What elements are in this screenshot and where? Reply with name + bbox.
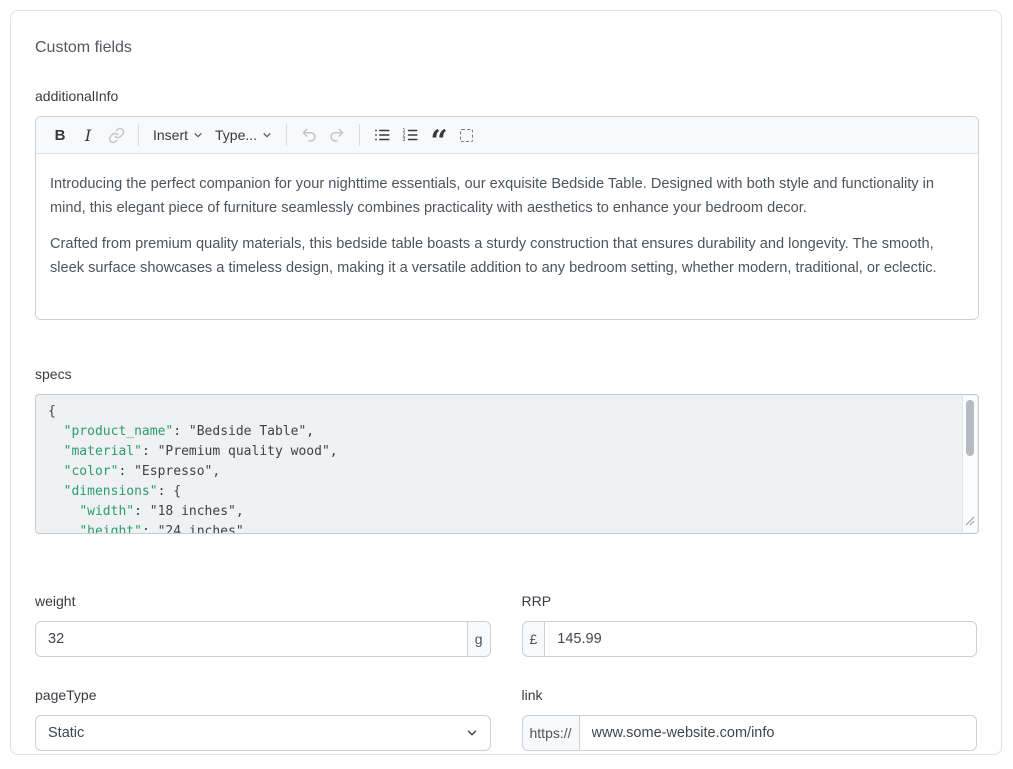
- pagetype-label: pageType: [35, 686, 491, 704]
- rte-content-area[interactable]: Introducing the perfect companion for yo…: [36, 154, 978, 319]
- specs-scrollbar-thumb[interactable]: [966, 400, 974, 456]
- rich-text-editor: B I Insert Type...: [35, 116, 979, 320]
- pagetype-select[interactable]: Static: [35, 715, 491, 751]
- blockquote-icon: “: [430, 123, 445, 147]
- link-input[interactable]: [580, 715, 977, 751]
- dashed-box-icon: [460, 129, 473, 142]
- currency-addon: £: [522, 621, 546, 657]
- weight-input[interactable]: [35, 621, 468, 657]
- insert-dropdown[interactable]: Insert: [147, 121, 209, 149]
- ordered-list-button[interactable]: 123: [396, 121, 424, 149]
- weight-unit-addon: g: [468, 621, 491, 657]
- svg-text:3: 3: [403, 137, 406, 143]
- bold-button[interactable]: B: [46, 121, 74, 149]
- link-icon: [108, 127, 125, 144]
- pagetype-select-wrap: Static: [35, 715, 491, 751]
- editor-paragraph: Introducing the perfect companion for yo…: [50, 172, 964, 220]
- resize-handle-icon[interactable]: [965, 513, 975, 531]
- rrp-input-group: £: [522, 621, 978, 657]
- toolbar-separator: [138, 124, 139, 146]
- link-input-group: https://: [522, 715, 978, 751]
- bullet-list-button[interactable]: [368, 121, 396, 149]
- protocol-addon: https://: [522, 715, 580, 751]
- ordered-list-icon: 123: [401, 126, 419, 144]
- bullet-list-icon: [373, 126, 391, 144]
- rrp-label: RRP: [522, 592, 978, 610]
- chevron-down-icon: [262, 130, 272, 140]
- link-label: link: [522, 686, 978, 704]
- blockquote-button[interactable]: “: [424, 121, 452, 149]
- weight-input-group: g: [35, 621, 491, 657]
- additionalinfo-label: additionalInfo: [35, 87, 977, 105]
- type-dropdown[interactable]: Type...: [209, 121, 278, 149]
- custom-fields-card: Custom fields additionalInfo B I Insert …: [10, 10, 1002, 755]
- redo-icon: [328, 126, 346, 144]
- specs-scrollbar[interactable]: [962, 396, 977, 532]
- toolbar-separator: [286, 124, 287, 146]
- specs-code-content: { "product_name": "Bedside Table", "mate…: [36, 395, 978, 534]
- chevron-down-icon: [193, 130, 203, 140]
- card-title: Custom fields: [35, 38, 977, 58]
- weight-label: weight: [35, 592, 491, 610]
- link-button[interactable]: [102, 121, 130, 149]
- specs-label: specs: [35, 365, 977, 383]
- code-block-button[interactable]: [452, 121, 480, 149]
- undo-icon: [300, 126, 318, 144]
- specs-code-editor[interactable]: { "product_name": "Bedside Table", "mate…: [35, 394, 979, 534]
- italic-button[interactable]: I: [74, 121, 102, 149]
- toolbar-separator: [359, 124, 360, 146]
- undo-button[interactable]: [295, 121, 323, 149]
- editor-paragraph: Crafted from premium quality materials, …: [50, 232, 964, 280]
- redo-button[interactable]: [323, 121, 351, 149]
- rrp-input[interactable]: [545, 621, 977, 657]
- rte-toolbar: B I Insert Type...: [36, 117, 978, 154]
